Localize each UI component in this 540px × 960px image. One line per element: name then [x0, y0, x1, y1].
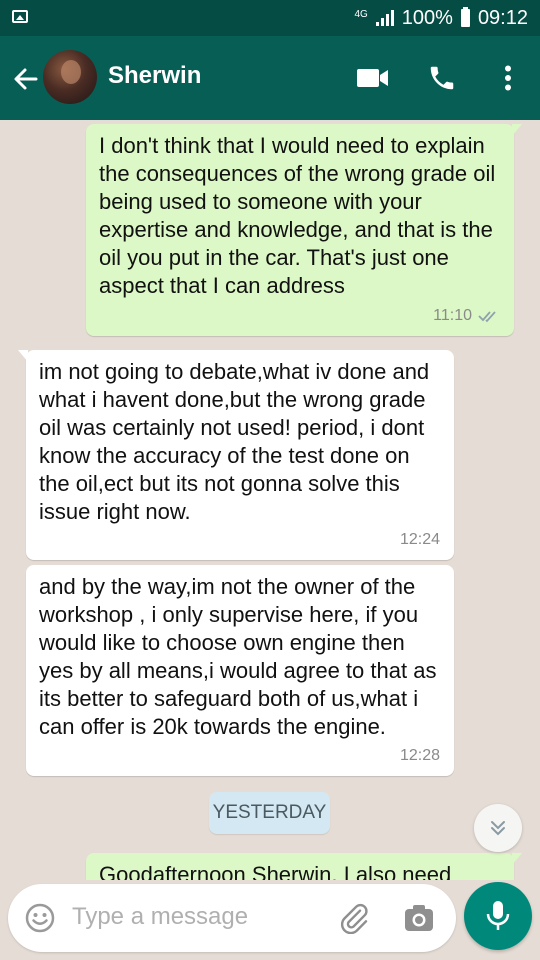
message-bubble-outgoing[interactable]: Goodafternoon Sherwin, I also need: [86, 853, 522, 880]
attach-icon[interactable]: [338, 902, 370, 935]
message-time: 12:28: [399, 747, 440, 764]
message-bubble-incoming[interactable]: and by the way,im not the owner of the w…: [26, 565, 454, 776]
scroll-to-bottom-button[interactable]: [474, 804, 522, 852]
bubble-tail: [512, 853, 522, 865]
message-bubble-incoming[interactable]: im not going to debate,what iv done and …: [18, 350, 454, 560]
mic-button[interactable]: [464, 882, 532, 950]
date-divider: YESTERDAY: [209, 792, 330, 834]
camera-icon[interactable]: [404, 904, 434, 932]
message-input[interactable]: Type a message: [72, 903, 248, 931]
more-vert-icon[interactable]: [490, 60, 526, 96]
chevron-double-down-icon: [491, 821, 505, 836]
network-type: 4G: [354, 9, 368, 20]
chat-header: Sherwin: [0, 36, 540, 120]
back-arrow-icon[interactable]: [10, 64, 40, 94]
battery-icon: [460, 7, 470, 27]
message-meta: 12:24: [400, 526, 440, 554]
message-time: 11:10: [433, 307, 472, 324]
message-list[interactable]: I don't think that I would need to expla…: [0, 120, 540, 880]
status-bar: 4G 100% 09:12: [0, 0, 540, 36]
gallery-notification-icon: [12, 10, 28, 23]
message-text: I don't think that I would need to expla…: [99, 133, 496, 298]
message-text: im not going to debate,what iv done and …: [39, 359, 430, 524]
mic-icon: [486, 901, 510, 930]
message-text: Goodafternoon Sherwin, I also need: [99, 862, 452, 880]
clock: 09:12: [477, 6, 528, 29]
message-meta: 11:10: [433, 302, 500, 330]
message-meta: 12:28: [400, 742, 440, 770]
read-receipt-icon: [478, 311, 496, 323]
message-time: 12:24: [399, 531, 440, 548]
emoji-icon[interactable]: [24, 902, 56, 934]
avatar[interactable]: [43, 50, 97, 104]
status-bar-right: 4G 100% 09:12: [354, 6, 528, 30]
phone-icon[interactable]: [424, 60, 460, 96]
battery-percent: 100%: [401, 6, 453, 29]
message-bubble-outgoing[interactable]: I don't think that I would need to expla…: [86, 124, 522, 336]
video-call-icon[interactable]: [355, 60, 391, 96]
signal-icon: [375, 10, 394, 26]
message-text: and by the way,im not the owner of the w…: [39, 574, 437, 739]
bubble-tail: [18, 350, 28, 362]
contact-name[interactable]: Sherwin: [108, 62, 201, 90]
message-composer[interactable]: Type a message: [8, 884, 456, 952]
bubble-tail: [512, 124, 522, 136]
